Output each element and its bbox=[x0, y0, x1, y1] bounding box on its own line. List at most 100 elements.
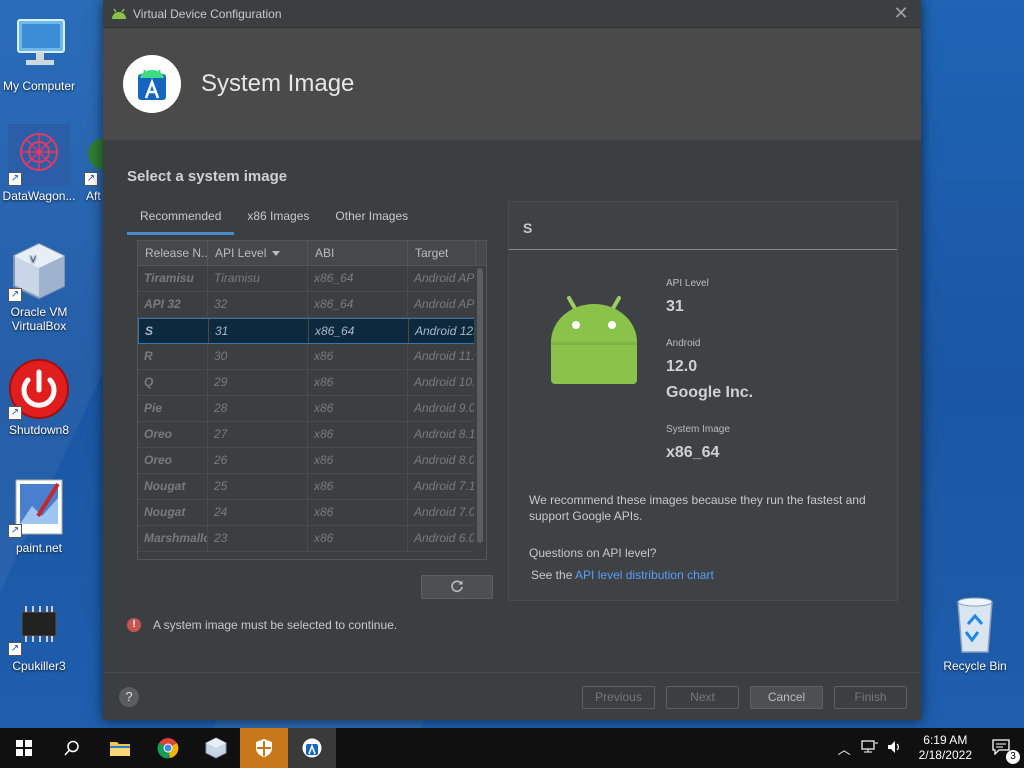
refresh-button[interactable] bbox=[421, 575, 493, 599]
android-studio-logo bbox=[123, 55, 181, 113]
cell-target: Android 12.0 bbox=[409, 319, 477, 343]
column-header-target[interactable]: Target bbox=[408, 241, 476, 265]
action-center-button[interactable]: 3 bbox=[984, 738, 1024, 764]
desktop-icon-label: Oracle VM VirtualBox bbox=[10, 305, 68, 333]
cell-target: Android API bbox=[408, 292, 476, 317]
recycle-bin-icon bbox=[944, 594, 1006, 656]
tab-x86-images[interactable]: x86 Images bbox=[234, 204, 322, 235]
scrollbar-thumb[interactable] bbox=[477, 268, 483, 543]
table-row[interactable]: Tiramisu Tiramisu x86_64 Android API bbox=[138, 266, 486, 292]
table-row[interactable]: API 32 32 x86_64 Android API bbox=[138, 292, 486, 318]
desktop-icon-label: DataWagon... bbox=[2, 189, 76, 203]
cell-abi: x86_64 bbox=[308, 292, 408, 317]
desktop-icon-virtualbox[interactable]: V ↗ Oracle VM VirtualBox bbox=[0, 240, 78, 333]
section-title: Select a system image bbox=[127, 168, 288, 185]
android-version-value: 12.0 bbox=[666, 358, 698, 375]
tab-recommended[interactable]: Recommended bbox=[127, 204, 235, 235]
cell-api-level: 27 bbox=[208, 422, 308, 447]
title-bar[interactable]: Virtual Device Configuration ✕ bbox=[103, 0, 921, 28]
column-header-abi[interactable]: ABI bbox=[308, 241, 408, 265]
svg-text:V: V bbox=[30, 255, 37, 265]
table-row[interactable]: R 30 x86 Android 11.0 bbox=[138, 344, 486, 370]
api-level-chart-link[interactable]: API level distribution chart bbox=[575, 568, 714, 582]
desktop-icon-my-computer[interactable]: My Computer bbox=[0, 14, 78, 93]
tab-other-images[interactable]: Other Images bbox=[322, 204, 421, 235]
table-row[interactable]: Pie 28 x86 Android 9.0 bbox=[138, 396, 486, 422]
error-message: A system image must be selected to conti… bbox=[153, 618, 398, 632]
detail-title: S bbox=[509, 202, 897, 250]
desktop-icon-label: Shutdown8 bbox=[8, 423, 70, 437]
cpu-chip-icon: ↗ bbox=[8, 594, 70, 656]
desktop-icon-cpukiller3[interactable]: ↗ Cpukiller3 bbox=[0, 594, 78, 673]
system-tray: ︿ 6:19 AM 2/18/2022 3 bbox=[832, 728, 1024, 768]
error-icon: ! bbox=[127, 618, 141, 632]
system-image-table: Release N... API Level ABI Target Tirami… bbox=[137, 240, 487, 560]
table-row[interactable]: Marshmallo 23 x86 Android 6.0 bbox=[138, 526, 486, 552]
system-image-label: System Image bbox=[666, 424, 730, 435]
start-button[interactable] bbox=[0, 728, 48, 768]
desktop-icon-paintnet[interactable]: ↗ paint.net bbox=[0, 476, 78, 555]
next-button[interactable]: Next bbox=[666, 686, 739, 709]
desktop-icon-label: My Computer bbox=[2, 79, 76, 93]
shortcut-arrow-icon: ↗ bbox=[8, 288, 22, 302]
cell-target: Android 10.0 bbox=[408, 370, 476, 395]
cell-release-name: Marshmallo bbox=[138, 526, 208, 551]
cell-release-name: Pie bbox=[138, 396, 208, 421]
android-studio-icon bbox=[302, 738, 322, 758]
clock[interactable]: 6:19 AM 2/18/2022 bbox=[907, 733, 984, 763]
security-taskbar-button[interactable] bbox=[240, 728, 288, 768]
validation-error: ! A system image must be selected to con… bbox=[127, 618, 397, 632]
cell-target: Android 7.0 bbox=[408, 500, 476, 525]
shield-icon bbox=[256, 739, 272, 757]
shortcut-arrow-icon: ↗ bbox=[8, 642, 22, 656]
show-hidden-icons-chevron-up-icon[interactable]: ︿ bbox=[832, 739, 857, 758]
table-row[interactable]: Nougat 25 x86 Android 7.1. bbox=[138, 474, 486, 500]
table-row[interactable]: Nougat 24 x86 Android 7.0 bbox=[138, 500, 486, 526]
api-level-question: Questions on API level? bbox=[529, 546, 657, 560]
table-row[interactable]: Q 29 x86 Android 10.0 bbox=[138, 370, 486, 396]
volume-icon[interactable] bbox=[883, 740, 907, 757]
table-row[interactable]: Oreo 27 x86 Android 8.1 bbox=[138, 422, 486, 448]
column-header-release-name[interactable]: Release N... bbox=[138, 241, 208, 265]
cell-api-level: 25 bbox=[208, 474, 308, 499]
close-icon[interactable]: ✕ bbox=[881, 3, 921, 24]
cell-release-name: Tiramisu bbox=[138, 266, 208, 291]
previous-button[interactable]: Previous bbox=[582, 686, 655, 709]
file-explorer-button[interactable] bbox=[96, 728, 144, 768]
desktop-icon-label: Cpukiller3 bbox=[12, 659, 66, 673]
shortcut-arrow-icon: ↗ bbox=[84, 172, 98, 186]
cell-target: Android 8.1 bbox=[408, 422, 476, 447]
virtualbox-taskbar-button[interactable] bbox=[192, 728, 240, 768]
desktop-icon-recycle-bin[interactable]: Recycle Bin bbox=[936, 594, 1014, 673]
table-body: Tiramisu Tiramisu x86_64 Android API API 32 3… bbox=[138, 266, 486, 552]
desktop-icon-aft[interactable]: ↗ Aft bbox=[74, 124, 104, 203]
help-button[interactable]: ? bbox=[119, 687, 139, 707]
cell-target: Android 8.0 bbox=[408, 448, 476, 473]
chrome-button[interactable] bbox=[144, 728, 192, 768]
finish-button[interactable]: Finish bbox=[834, 686, 907, 709]
cancel-button[interactable]: Cancel bbox=[750, 686, 823, 709]
cell-api-level: 28 bbox=[208, 396, 308, 421]
desktop-icon-shutdown8[interactable]: ↗ Shutdown8 bbox=[0, 358, 78, 437]
android-robot-icon bbox=[549, 292, 639, 392]
cell-api-level: 31 bbox=[209, 319, 309, 343]
column-header-label: API Level bbox=[215, 246, 267, 260]
window-title: Virtual Device Configuration bbox=[133, 6, 282, 21]
cell-api-level: 30 bbox=[208, 344, 308, 369]
vertical-scrollbar[interactable] bbox=[474, 266, 486, 559]
search-button[interactable] bbox=[48, 728, 96, 768]
cell-release-name: Oreo bbox=[138, 448, 208, 473]
chrome-icon bbox=[157, 738, 179, 759]
table-row[interactable]: Oreo 26 x86 Android 8.0 bbox=[138, 448, 486, 474]
table-row[interactable]: S 31 x86_64 Android 12.0 bbox=[138, 318, 486, 344]
cell-api-level: 24 bbox=[208, 500, 308, 525]
cell-abi: x86 bbox=[308, 526, 408, 551]
desktop-icon-datawagon[interactable]: ↗ DataWagon... bbox=[0, 124, 78, 203]
refresh-icon bbox=[450, 579, 464, 596]
column-header-api-level[interactable]: API Level bbox=[208, 241, 308, 265]
network-icon[interactable] bbox=[857, 739, 883, 757]
android-studio-taskbar-button[interactable] bbox=[288, 728, 336, 768]
cell-target: Android 9.0 bbox=[408, 396, 476, 421]
search-icon bbox=[64, 740, 79, 756]
cell-abi: x86 bbox=[308, 474, 408, 499]
